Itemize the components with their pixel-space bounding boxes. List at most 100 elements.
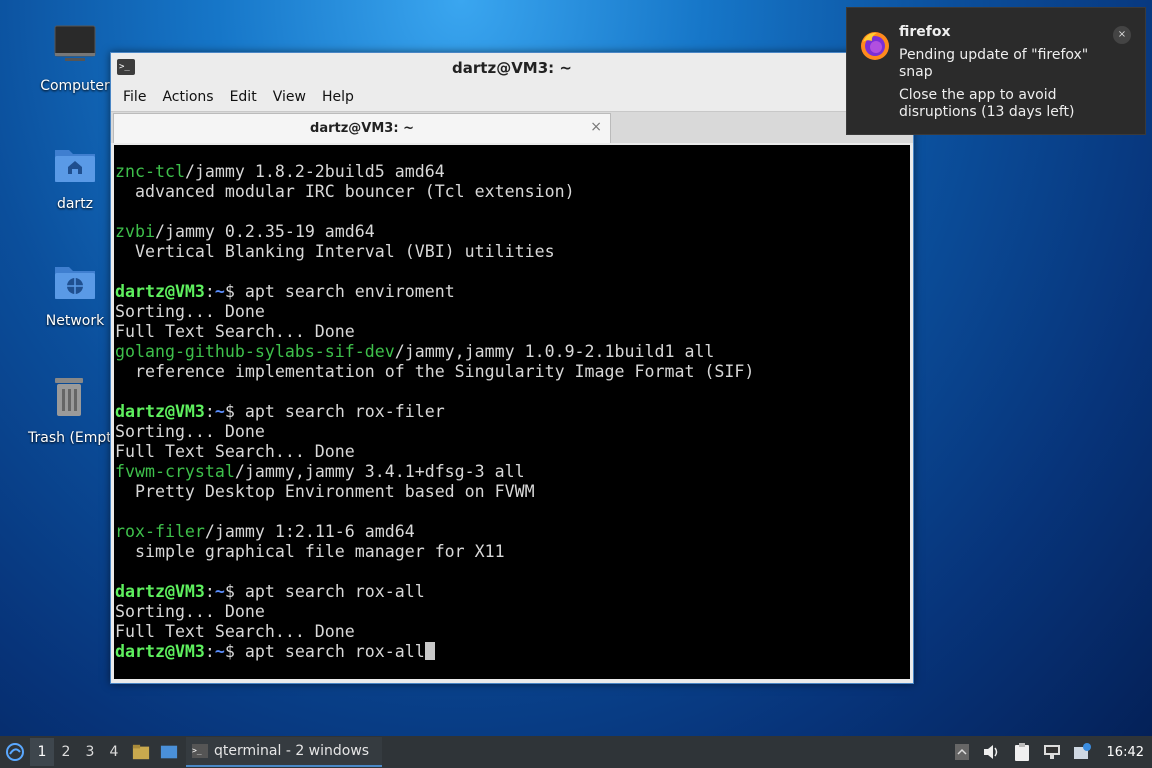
tab-label: dartz@VM3: ~ — [310, 121, 414, 136]
clipboard-icon[interactable] — [1013, 743, 1031, 761]
terminal-line: advanced modular IRC bouncer (Tcl extens… — [115, 182, 910, 202]
command-text: apt search rox-all — [244, 642, 425, 661]
terminal-line: Full Text Search... Done — [115, 442, 910, 462]
menu-bar: File Actions Edit View Help — [111, 83, 913, 111]
prompt-user: dartz@VM3 — [115, 282, 205, 301]
prompt-separator: : — [204, 282, 215, 301]
package-name: golang-github-sylabs-sif-dev — [115, 342, 395, 361]
terminal-line: dartz@VM3:~$ apt search rox-all — [115, 582, 910, 602]
output-text: Vertical Blanking Interval (VBI) utiliti… — [115, 242, 555, 261]
package-name: zvbi — [115, 222, 155, 241]
output-text: Full Text Search... Done — [115, 442, 355, 461]
menu-edit[interactable]: Edit — [222, 89, 265, 105]
close-icon[interactable]: × — [1113, 26, 1131, 44]
terminal-line: Sorting... Done — [115, 422, 910, 442]
desktop-icon-label: Network — [45, 313, 105, 329]
prompt-symbol: $ — [224, 642, 245, 661]
output-text: Full Text Search... Done — [115, 622, 355, 641]
terminal-line: simple graphical file manager for X11 — [115, 542, 910, 562]
lubuntu-logo-icon — [6, 743, 24, 761]
package-info: /jammy 0.2.35-19 amd64 — [154, 222, 375, 241]
prompt-separator: : — [204, 402, 215, 421]
command-text: apt search rox-all — [244, 582, 425, 601]
desktop-icon-computer[interactable]: Computer — [27, 22, 123, 94]
notification-popup[interactable]: firefox × Pending update of "firefox" sn… — [846, 7, 1146, 135]
prompt-path: ~ — [214, 642, 225, 661]
taskbar-task-qterminal[interactable]: >_ qterminal - 2 windows — [186, 737, 382, 767]
update-notifier-icon[interactable] — [1073, 743, 1091, 761]
package-info: /jammy,jammy 1.0.9-2.1build1 all — [394, 342, 715, 361]
command-text: apt search enviroment — [244, 282, 455, 301]
text-cursor — [424, 642, 435, 660]
trash-icon — [55, 378, 83, 416]
workspace-4[interactable]: 4 — [102, 738, 126, 766]
terminal-line: dartz@VM3:~$ apt search rox-filer — [115, 402, 910, 422]
menu-actions[interactable]: Actions — [154, 89, 221, 105]
menu-view[interactable]: View — [265, 89, 314, 105]
start-menu-button[interactable] — [0, 736, 30, 768]
desktop-icon-trash[interactable]: Trash (Empty) — [20, 374, 118, 446]
output-text: Sorting... Done — [115, 422, 265, 441]
window-title: dartz@VM3: ~ — [452, 59, 572, 77]
terminal-line: dartz@VM3:~$ apt search enviroment — [115, 282, 910, 302]
close-icon[interactable]: × — [590, 119, 602, 135]
taskbar: 1 2 3 4 >_ qterminal - 2 windows 16:42 — [0, 736, 1152, 768]
terminal-icon: >_ — [192, 744, 208, 758]
workspace-1[interactable]: 1 — [30, 738, 54, 766]
terminal-output[interactable]: znc-tcl/jammy 1.8.2-2build5 amd64 advanc… — [114, 145, 910, 679]
output-text: simple graphical file manager for X11 — [115, 542, 505, 561]
notification-detail: Close the app to avoid disruptions (13 d… — [899, 87, 1075, 120]
terminal-line: fvwm-crystal/jammy,jammy 3.4.1+dfsg-3 al… — [115, 462, 910, 482]
network-folder-icon — [55, 267, 95, 299]
menu-file[interactable]: File — [115, 89, 154, 105]
computer-icon — [54, 25, 96, 61]
workspace-3[interactable]: 3 — [78, 738, 102, 766]
package-info: /jammy 1.8.2-2build5 amd64 — [184, 162, 445, 181]
terminal-line: Pretty Desktop Environment based on FVWM — [115, 482, 910, 502]
output-text: Pretty Desktop Environment based on FVWM — [115, 482, 535, 501]
firefox-icon — [861, 32, 889, 60]
clock[interactable]: 16:42 — [1107, 745, 1144, 760]
task-label: qterminal - 2 windows — [214, 743, 370, 759]
terminal-line: reference implementation of the Singular… — [115, 362, 910, 382]
desktop-icon-network[interactable]: Network — [27, 257, 123, 329]
prompt-symbol: $ — [224, 582, 245, 601]
package-name: znc-tcl — [115, 162, 185, 181]
terminal-tab[interactable]: dartz@VM3: ~ × — [113, 113, 611, 143]
desktop-icon-label: Computer — [40, 78, 110, 94]
command-text: apt search rox-filer — [244, 402, 445, 421]
prompt-separator: : — [204, 642, 215, 661]
menu-help[interactable]: Help — [314, 89, 362, 105]
output-text: Sorting... Done — [115, 302, 265, 321]
terminal-line: Sorting... Done — [115, 602, 910, 622]
home-folder-icon — [55, 150, 95, 182]
workspace-2[interactable]: 2 — [54, 738, 78, 766]
package-name: rox-filer — [115, 522, 205, 541]
prompt-user: dartz@VM3 — [115, 642, 205, 661]
tray-arrow-icon[interactable] — [953, 743, 971, 761]
output-text: reference implementation of the Singular… — [115, 362, 755, 381]
notification-message: Pending update of "firefox" snap — [899, 47, 1089, 80]
terminal-icon[interactable]: >_ — [117, 59, 135, 75]
prompt-symbol: $ — [224, 402, 245, 421]
desktop-icon-home[interactable]: dartz — [27, 140, 123, 212]
prompt-path: ~ — [214, 582, 225, 601]
terminal-line: Vertical Blanking Interval (VBI) utiliti… — [115, 242, 910, 262]
terminal-line: rox-filer/jammy 1:2.11-6 amd64 — [115, 522, 910, 542]
file-manager-icon[interactable] — [132, 743, 150, 761]
terminal-line: golang-github-sylabs-sif-dev/jammy,jammy… — [115, 342, 910, 362]
prompt-user: dartz@VM3 — [115, 402, 205, 421]
network-icon[interactable] — [1043, 743, 1061, 761]
terminal-line: znc-tcl/jammy 1.8.2-2build5 amd64 — [115, 162, 910, 182]
show-desktop-icon[interactable] — [160, 743, 178, 761]
terminal-window[interactable]: >_ dartz@VM3: ~ File Actions Edit View H… — [110, 52, 914, 684]
terminal-line: zvbi/jammy 0.2.35-19 amd64 — [115, 222, 910, 242]
desktop-icon-label: dartz — [56, 196, 94, 212]
window-titlebar[interactable]: >_ dartz@VM3: ~ — [111, 53, 913, 83]
volume-icon[interactable] — [983, 743, 1001, 761]
